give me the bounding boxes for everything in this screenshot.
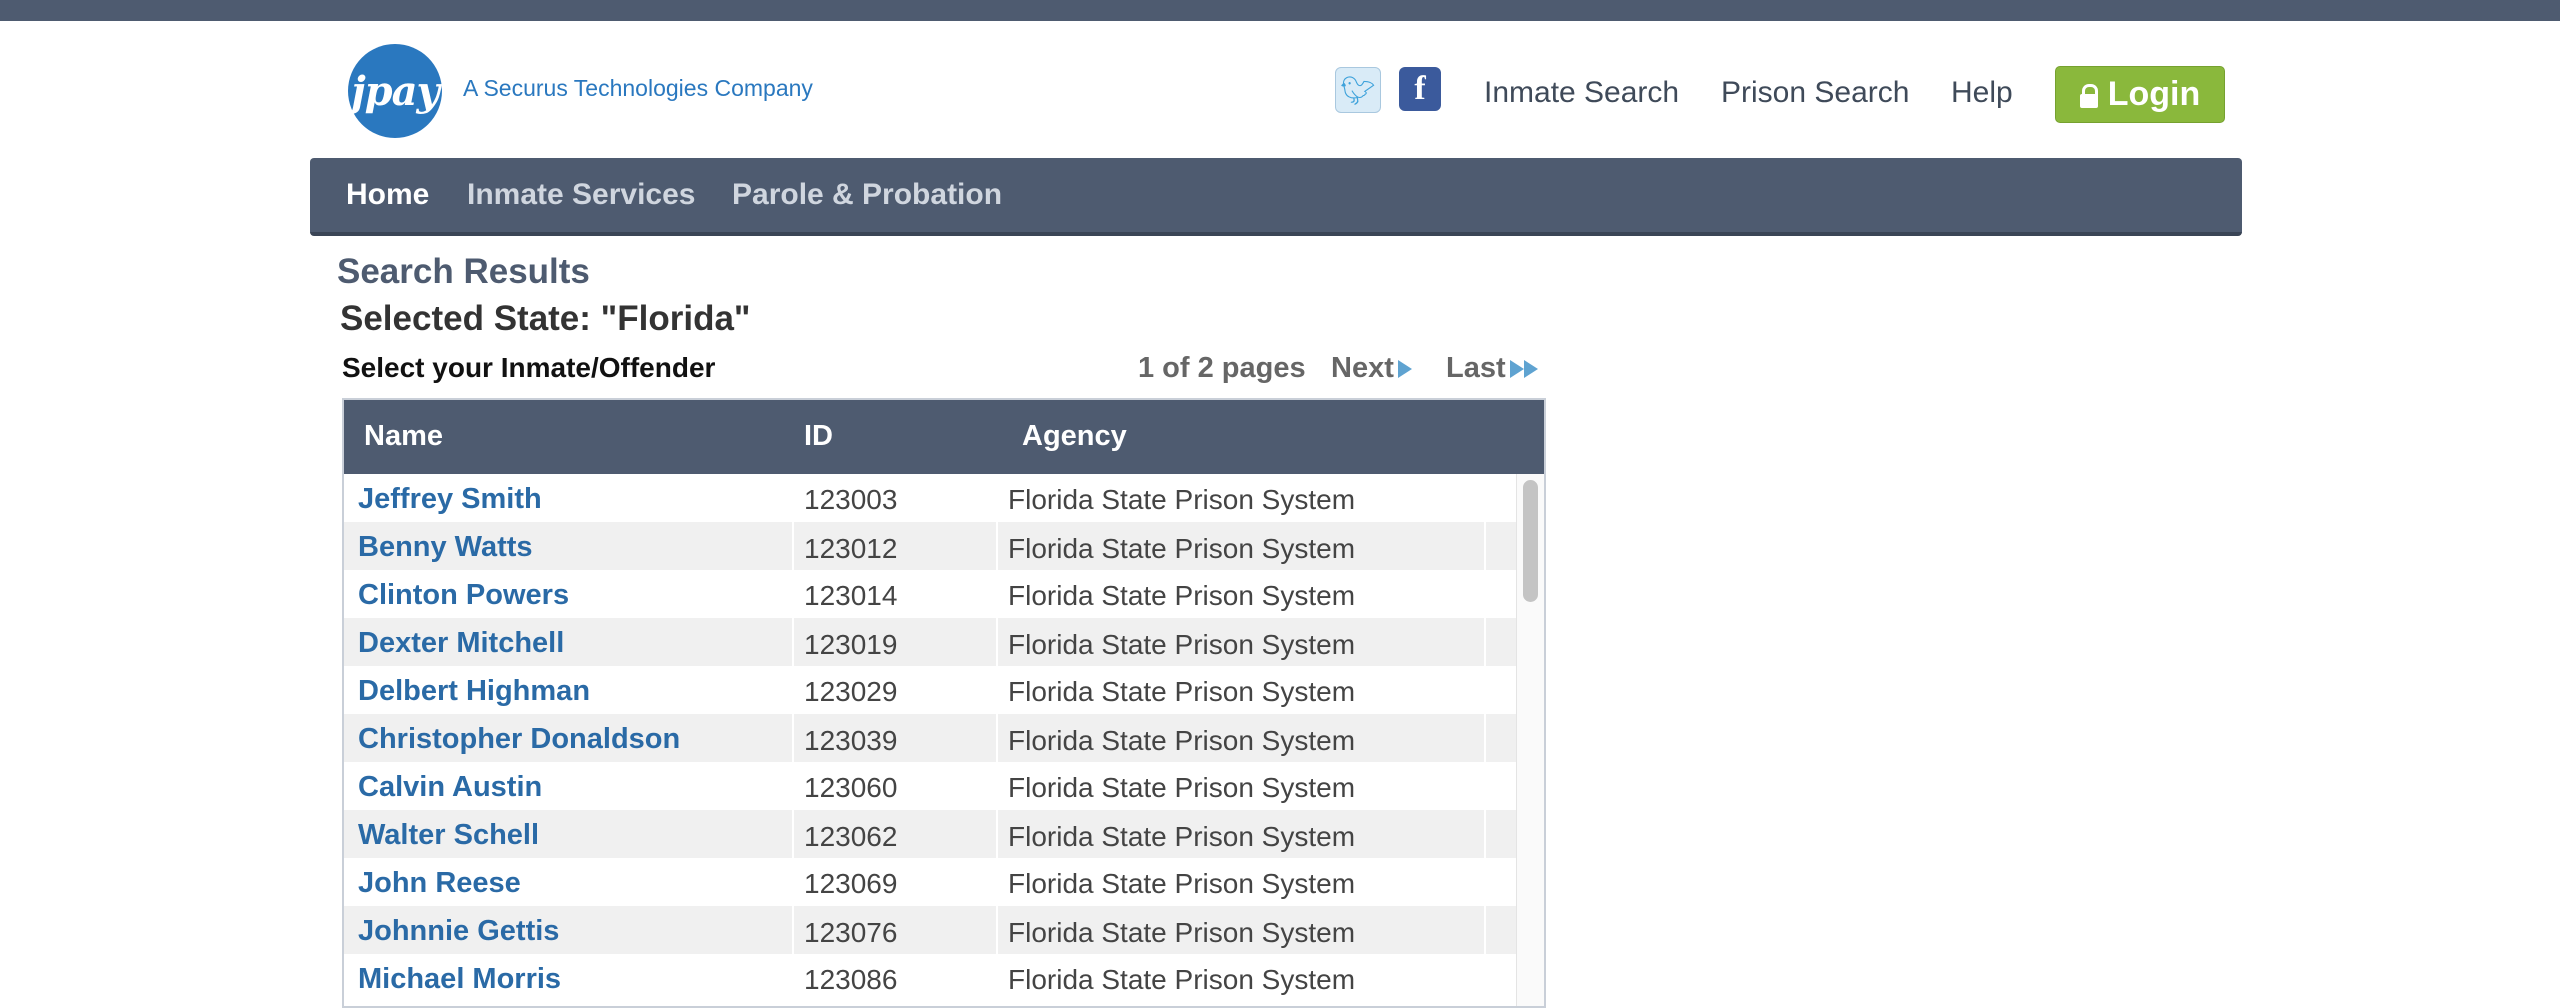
inmate-id: 123069 (804, 868, 898, 899)
inmate-name-link[interactable]: Clinton Powers (358, 579, 569, 612)
column-header-agency: Agency (1022, 420, 1127, 452)
page-count: 1 of 2 pages (1138, 352, 1306, 384)
selected-state: Selected State: "Florida" (340, 299, 751, 338)
inmate-id: 123003 (804, 484, 898, 515)
last-page-link[interactable]: Last (1446, 352, 1538, 385)
inmate-id: 123060 (804, 772, 898, 803)
inmate-agency: Florida State Prison System (1008, 725, 1356, 756)
next-arrow-icon (1397, 360, 1412, 379)
inmate-agency: Florida State Prison System (1008, 580, 1356, 611)
inmate-id: 123039 (804, 725, 898, 756)
table-row[interactable]: Christopher Donaldson 123039 Florida State… (344, 714, 1516, 762)
inmate-agency: Florida State Prison System (1008, 533, 1356, 564)
inmate-name-link[interactable]: Dexter Mitchell (358, 627, 564, 660)
table-row[interactable]: Clinton Powers 123014 Florida State Prison… (344, 570, 1516, 618)
top-strip (0, 0, 2560, 21)
table-row[interactable]: Benny Watts 123012 Florida State Prison Sy… (344, 522, 1516, 570)
inmate-agency: Florida State Prison System (1008, 964, 1356, 995)
inmate-agency: Florida State Prison System (1008, 772, 1356, 803)
table-row[interactable]: Delbert Highman 123029 Florida State Priso… (344, 666, 1516, 714)
inmate-name-link[interactable]: Walter Schell (358, 819, 539, 852)
nav-home[interactable]: Home (346, 178, 429, 212)
table-row[interactable]: John Reese 123069 Florida State Prison Sys… (344, 858, 1516, 906)
inmate-name-link[interactable]: John Reese (358, 867, 521, 900)
results-table: Name ID Agency Jeffrey Smith 123003 Florid… (342, 398, 1546, 1008)
main-nav: Home Inmate Services Parole & Probation (310, 158, 2242, 236)
inmate-name-link[interactable]: Christopher Donaldson (358, 723, 680, 756)
next-label: Next (1331, 352, 1394, 384)
inmate-agency: Florida State Prison System (1008, 676, 1356, 707)
table-row[interactable]: Dexter Mitchell 123019 Florida State Priso… (344, 618, 1516, 666)
inmate-id: 123076 (804, 917, 898, 948)
twitter-icon[interactable]: 🐦︎ (1335, 67, 1381, 113)
login-button[interactable]: Login (2055, 66, 2225, 123)
table-header: Name ID Agency (344, 400, 1544, 474)
inmate-search-link[interactable]: Inmate Search (1484, 76, 1679, 110)
inmate-name-link[interactable]: Calvin Austin (358, 771, 542, 804)
prison-search-link[interactable]: Prison Search (1721, 76, 1909, 110)
table-row[interactable]: Michael Morris 123086 Florida State Prison… (344, 954, 1516, 1002)
last-arrow-icon (1509, 360, 1524, 379)
facebook-icon[interactable]: f (1399, 67, 1441, 111)
table-body: Jeffrey Smith 123003 Florida State Prison … (344, 474, 1516, 1002)
inmate-name-link[interactable]: Michael Morris (358, 963, 561, 996)
select-prompt: Select your Inmate/Offender (342, 352, 716, 383)
inmate-name-link[interactable]: Johnnie Gettis (358, 915, 559, 948)
inmate-agency: Florida State Prison System (1008, 821, 1356, 852)
jpay-logo[interactable]: jpay (348, 44, 442, 138)
table-scrollbar[interactable] (1516, 474, 1544, 1006)
inmate-id: 123029 (804, 676, 898, 707)
inmate-id: 123062 (804, 821, 898, 852)
page-title: Search Results (337, 252, 590, 291)
inmate-name-link[interactable]: Delbert Highman (358, 675, 590, 708)
scrollbar-thumb[interactable] (1523, 480, 1538, 602)
inmate-id: 123086 (804, 964, 898, 995)
inmate-name-link[interactable]: Benny Watts (358, 531, 533, 564)
table-row[interactable]: Johnnie Gettis 123076 Florida State Prison… (344, 906, 1516, 954)
inmate-agency: Florida State Prison System (1008, 484, 1356, 515)
help-link[interactable]: Help (1951, 76, 2013, 110)
table-row[interactable]: Walter Schell 123062 Florida State Prison … (344, 810, 1516, 858)
column-header-name: Name (364, 420, 443, 452)
inmate-agency: Florida State Prison System (1008, 917, 1356, 948)
inmate-name-link[interactable]: Jeffrey Smith (358, 483, 542, 516)
table-row[interactable]: Calvin Austin 123060 Florida State Prison … (344, 762, 1516, 810)
nav-parole-probation[interactable]: Parole & Probation (732, 178, 1002, 212)
inmate-agency: Florida State Prison System (1008, 629, 1356, 660)
table-row[interactable]: Jeffrey Smith 123003 Florida State Prison … (344, 474, 1516, 522)
inmate-id: 123019 (804, 629, 898, 660)
next-page-link[interactable]: Next (1331, 352, 1412, 385)
inmate-id: 123014 (804, 580, 898, 611)
column-header-id: ID (804, 420, 833, 452)
logo-tagline: A Securus Technologies Company (463, 75, 813, 101)
lock-icon (2079, 83, 2098, 108)
login-label: Login (2107, 75, 2201, 113)
inmate-id: 123012 (804, 533, 898, 564)
inmate-agency: Florida State Prison System (1008, 868, 1356, 899)
nav-inmate-services[interactable]: Inmate Services (467, 178, 695, 212)
last-label: Last (1446, 352, 1506, 384)
